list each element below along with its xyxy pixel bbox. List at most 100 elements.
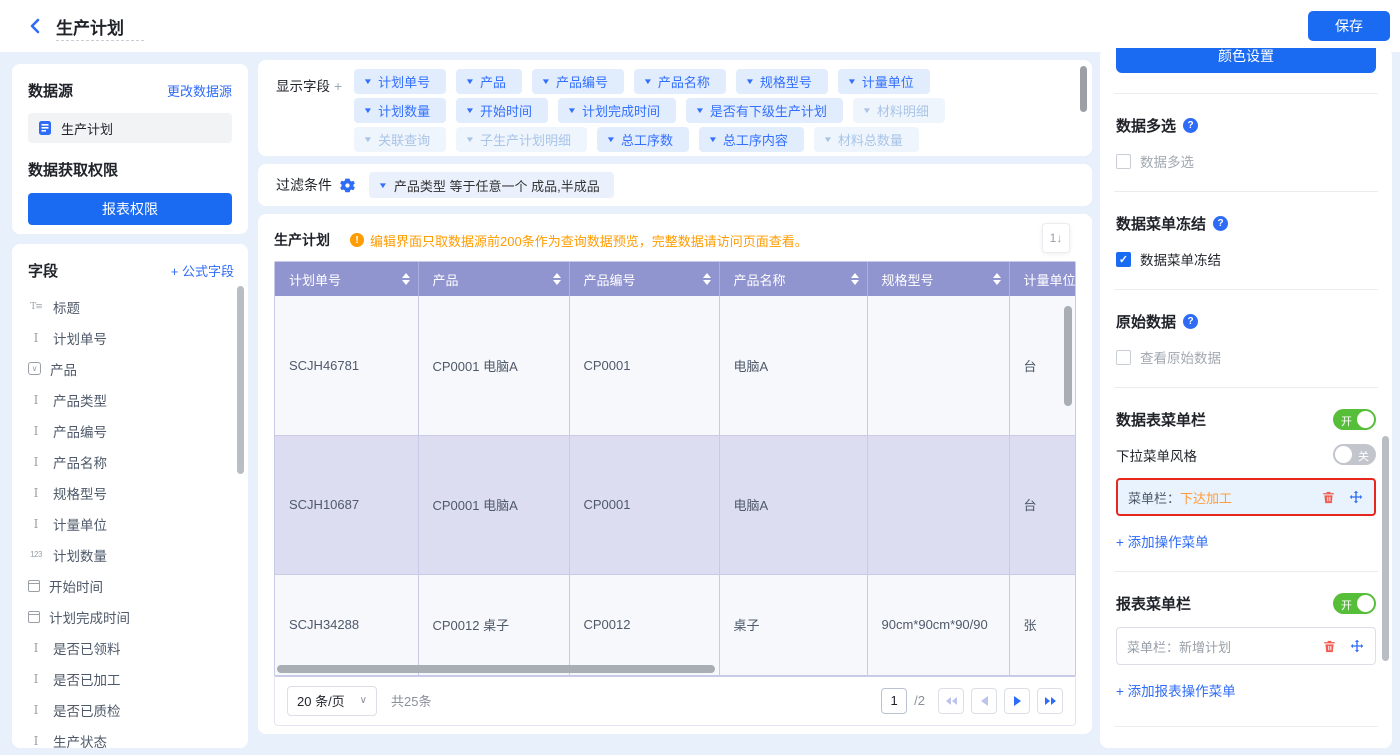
column-header[interactable]: 计量单位 <box>1009 262 1075 296</box>
fields-scrollbar[interactable] <box>237 286 244 474</box>
display-field-chip[interactable]: ▼产品 <box>456 69 522 94</box>
column-header[interactable]: 产品名称 <box>719 262 867 296</box>
checkbox-unchecked-icon[interactable] <box>1116 154 1131 169</box>
text-field-icon <box>28 703 44 717</box>
display-fields-panel: 显示字段+ ▼计划单号 ▼产品 ▼产品编号 ▼产品名称 ▼规格型号 ▼计量单位 … <box>258 60 1092 156</box>
display-field-chip[interactable]: ▼计量单位 <box>838 69 930 94</box>
delete-icon[interactable] <box>1321 490 1336 505</box>
color-settings-button[interactable]: 颜色设置 <box>1116 48 1376 73</box>
gear-icon[interactable] <box>340 178 355 193</box>
column-header[interactable]: 规格型号 <box>867 262 1009 296</box>
field-item[interactable]: 计划单号 <box>28 322 234 353</box>
field-item[interactable]: 是否已领料 <box>28 632 234 663</box>
display-field-chip[interactable]: ▼规格型号 <box>736 69 828 94</box>
last-page-button[interactable] <box>1037 688 1063 714</box>
report-permission-button[interactable]: 报表权限 <box>28 193 232 225</box>
dropdown-style-toggle-off[interactable]: 关 <box>1333 444 1376 465</box>
add-report-menu-link[interactable]: + 添加报表操作菜单 <box>1116 680 1236 700</box>
display-field-chip[interactable]: ▼产品名称 <box>634 69 726 94</box>
sort-arrows-icon[interactable] <box>402 273 410 285</box>
field-item[interactable]: 产品 <box>28 353 234 384</box>
current-page-input[interactable]: 1 <box>881 688 907 714</box>
move-icon[interactable] <box>1348 489 1364 505</box>
display-field-chip[interactable]: ▼是否有下级生产计划 <box>686 98 843 123</box>
field-item[interactable]: 是否已加工 <box>28 663 234 694</box>
display-field-chip[interactable]: ▼计划完成时间 <box>558 98 676 123</box>
title-dashed-underline <box>56 40 144 41</box>
sort-order-button[interactable]: 1↓ <box>1042 223 1070 253</box>
display-fields-scrollbar[interactable] <box>1080 66 1087 112</box>
table-vertical-scrollbar[interactable] <box>1064 306 1072 406</box>
checkbox-unchecked-icon[interactable] <box>1116 350 1131 365</box>
field-item[interactable]: 计划完成时间 <box>28 601 234 632</box>
field-item[interactable]: 规格型号 <box>28 477 234 508</box>
table-row-selected[interactable]: SCJH10687 CP0001 电脑A CP0001 电脑A 台 <box>275 435 1075 574</box>
dropdown-style-label: 下拉菜单风格 <box>1116 445 1197 465</box>
display-field-chip-disabled[interactable]: ▼材料总数量 <box>814 127 919 152</box>
field-item[interactable]: 计划数量 <box>28 539 234 570</box>
change-datasource-link[interactable]: 更改数据源 <box>167 81 232 100</box>
display-field-chip[interactable]: ▼计划数量 <box>354 98 446 123</box>
add-formula-field-link[interactable]: + 公式字段 <box>171 261 234 280</box>
menu-freeze-checkbox-row[interactable]: 数据菜单冻结 <box>1116 249 1376 269</box>
display-field-chip-disabled[interactable]: ▼关联查询 <box>354 127 446 152</box>
add-operation-menu-link[interactable]: + 添加操作菜单 <box>1116 531 1209 551</box>
warning-icon <box>350 233 364 247</box>
column-header[interactable]: 产品编号 <box>569 262 719 296</box>
help-icon[interactable] <box>1213 216 1228 231</box>
display-field-chip-disabled[interactable]: ▼子生产计划明细 <box>456 127 587 152</box>
menu-bar-item[interactable]: 菜单栏： 新增计划 <box>1116 627 1376 665</box>
column-header[interactable]: 计划单号 <box>275 262 418 296</box>
field-item[interactable]: 产品类型 <box>28 384 234 415</box>
display-field-chip[interactable]: ▼总工序内容 <box>699 127 804 152</box>
display-field-chip[interactable]: ▼计划单号 <box>354 69 446 94</box>
menu-bar-item-highlighted[interactable]: 菜单栏： 下达加工 <box>1116 478 1376 516</box>
delete-icon[interactable] <box>1322 639 1337 654</box>
multi-select-title: 数据多选 <box>1116 115 1176 136</box>
raw-data-checkbox-row[interactable]: 查看原始数据 <box>1116 347 1376 367</box>
datasource-item[interactable]: 生产计划 <box>28 113 232 143</box>
date-field-icon <box>28 611 40 623</box>
display-field-chip[interactable]: ▼总工序数 <box>597 127 689 152</box>
multi-select-checkbox-row[interactable]: 数据多选 <box>1116 151 1376 171</box>
table-row[interactable]: SCJH34288 CP0012 桌子 CP0012 桌子 90cm*90cm*… <box>275 574 1075 675</box>
sort-arrows-icon[interactable] <box>851 273 859 285</box>
settings-scrollbar[interactable] <box>1382 436 1389 661</box>
report-menu-toggle-on[interactable]: 开 <box>1333 593 1376 614</box>
column-header[interactable]: 产品 <box>418 262 569 296</box>
move-icon[interactable] <box>1349 638 1365 654</box>
table-menu-toggle-on[interactable]: 开 <box>1333 409 1376 430</box>
table-row[interactable]: SCJH46781 CP0001 电脑A CP0001 电脑A 台 <box>275 296 1075 435</box>
save-button[interactable]: 保存 <box>1308 11 1390 41</box>
field-item[interactable]: 标题 <box>28 291 234 322</box>
field-item[interactable]: 开始时间 <box>28 570 234 601</box>
display-field-chips: ▼计划单号 ▼产品 ▼产品编号 ▼产品名称 ▼规格型号 ▼计量单位 ▼计划数量 … <box>354 69 945 148</box>
prev-page-button[interactable] <box>971 688 997 714</box>
display-field-chip[interactable]: ▼开始时间 <box>456 98 548 123</box>
checkbox-checked-icon[interactable] <box>1116 252 1131 267</box>
datasource-name: 生产计划 <box>61 119 113 138</box>
add-display-field-button[interactable]: + <box>334 78 342 94</box>
sort-arrows-icon[interactable] <box>993 273 1001 285</box>
help-icon[interactable] <box>1183 118 1198 133</box>
filter-condition-chip[interactable]: ▼ 产品类型 等于任意一个 成品,半成品 <box>369 172 614 198</box>
field-item[interactable]: 生产状态 <box>28 725 234 748</box>
field-item[interactable]: 计量单位 <box>28 508 234 539</box>
field-item[interactable]: 产品编号 <box>28 415 234 446</box>
help-icon[interactable] <box>1183 314 1198 329</box>
field-item[interactable]: 产品名称 <box>28 446 234 477</box>
sort-arrows-icon[interactable] <box>703 273 711 285</box>
fields-title: 字段 <box>28 260 58 281</box>
field-item[interactable]: 是否已质检 <box>28 694 234 725</box>
page-size-select[interactable]: 20 条/页 ∨ <box>287 686 377 716</box>
back-button[interactable] <box>24 15 46 37</box>
display-field-chip[interactable]: ▼产品编号 <box>532 69 624 94</box>
back-chevron-icon <box>26 17 44 35</box>
first-page-button[interactable] <box>938 688 964 714</box>
raw-data-title: 原始数据 <box>1116 311 1176 332</box>
divider <box>1114 387 1378 388</box>
horizontal-scrollbar[interactable] <box>277 665 715 673</box>
sort-arrows-icon[interactable] <box>553 273 561 285</box>
next-page-button[interactable] <box>1004 688 1030 714</box>
display-field-chip-disabled[interactable]: ▼材料明细 <box>853 98 945 123</box>
